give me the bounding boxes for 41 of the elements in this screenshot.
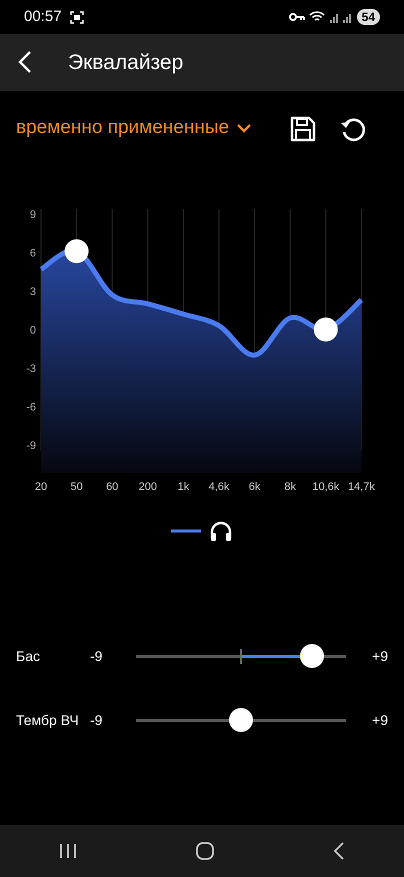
x-tick-label: 20 (34, 481, 48, 493)
slider-thumb[interactable] (300, 644, 324, 668)
x-tick-label: 200 (138, 481, 157, 493)
y-tick-label: 3 (30, 286, 36, 298)
x-tick-label: 1k (178, 481, 190, 493)
slider-min-label: -9 (90, 710, 104, 730)
screenshot-icon (70, 10, 84, 24)
battery-indicator: 54 (356, 9, 380, 25)
y-tick-label: -9 (26, 440, 36, 452)
y-tick-label: 9 (30, 209, 36, 221)
signal-icon (328, 11, 353, 23)
preset-dropdown[interactable]: временно примененные (16, 114, 252, 143)
x-tick-label: 8k (284, 481, 296, 493)
x-tick-label: 14,7k (348, 481, 375, 493)
slider-max-label: +9 (371, 646, 388, 666)
y-tick-label: -6 (26, 402, 36, 414)
page-title: Эквалайзер (68, 50, 184, 76)
slider-label: Тембр ВЧ (16, 710, 80, 730)
headphones-icon (209, 520, 233, 542)
x-tick-label: 4,6k (208, 481, 230, 493)
x-tick-label: 6k (248, 481, 260, 493)
slider-max-label: +9 (371, 710, 388, 730)
slider-label: Бас (16, 646, 41, 666)
recent-apps-icon (59, 842, 77, 859)
key-icon (288, 12, 305, 22)
back-icon (333, 842, 345, 860)
x-tick-label: 50 (70, 481, 83, 493)
x-tick-label: 10,6k (312, 481, 340, 493)
caret-icon (237, 124, 252, 133)
home-icon (195, 840, 215, 861)
wifi-icon (308, 11, 325, 23)
y-tick-label: 0 (30, 324, 36, 336)
y-tick-label: -3 (26, 363, 36, 375)
slider-thumb[interactable] (229, 708, 253, 732)
clock: 00:57 (24, 6, 62, 27)
band-handle[interactable] (314, 318, 338, 342)
slider-min-label: -9 (90, 646, 104, 666)
legend-line (171, 529, 201, 533)
y-tick-label: 6 (30, 248, 36, 260)
x-tick-label: 60 (106, 481, 118, 493)
band-handle[interactable] (64, 239, 89, 264)
